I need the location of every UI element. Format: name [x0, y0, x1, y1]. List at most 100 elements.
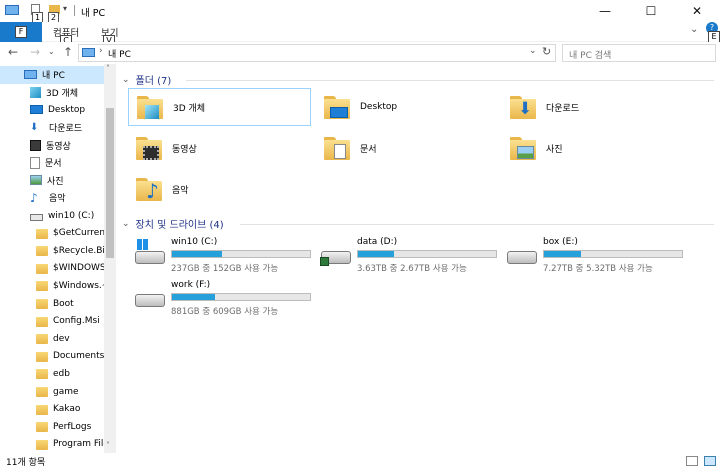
videos-icon	[134, 134, 164, 162]
sidebar-item[interactable]: 동영상	[0, 136, 104, 154]
scroll-down-icon[interactable]: ˅	[106, 441, 110, 450]
folders-group-title: 폴더 (7)	[135, 76, 172, 87]
tiles-view-icon[interactable]	[704, 456, 716, 466]
forward-icon[interactable]: →	[30, 45, 40, 59]
folder-icon	[36, 299, 48, 310]
drive-tile[interactable]: work (F:) 881GB 중 609GB 사용 가능	[132, 280, 317, 320]
folder-icon	[36, 263, 48, 274]
folder-tile-label: 음악	[172, 185, 189, 196]
sidebar-item[interactable]: 사진	[0, 172, 104, 190]
scroll-up-icon[interactable]: ˄	[106, 64, 110, 73]
sidebar-item[interactable]: $Recycle.Bin	[0, 242, 104, 260]
drive-usage-bar	[543, 250, 683, 258]
item-count: 11개 항목	[6, 458, 46, 468]
drive-icon	[135, 294, 165, 308]
address-bar[interactable]: › 내 PC ⌄ ↻	[78, 44, 556, 62]
address-dropdown-icon[interactable]: ⌄	[529, 46, 537, 56]
sidebar-item-label: game	[53, 386, 79, 397]
sidebar-item[interactable]: Documents and Settings	[0, 348, 104, 366]
sidebar-item-label: Kakao	[53, 404, 81, 415]
drive-free-space: 3.63TB 중 2.67TB 사용 가능	[357, 264, 467, 274]
drive-tile[interactable]: data (D:) 3.63TB 중 2.67TB 사용 가능	[318, 237, 503, 277]
sidebar-item-label: win10 (C:)	[48, 210, 95, 221]
drive-tile[interactable]: box (E:) 7.27TB 중 5.32TB 사용 가능	[504, 237, 689, 277]
sidebar-item-label: PerfLogs	[53, 421, 92, 432]
folder-icon	[36, 281, 48, 292]
sidebar-scroll-thumb[interactable]	[106, 108, 114, 258]
drives-group-header[interactable]: ⌄ 장치 및 드라이브 (4)	[122, 216, 224, 232]
videos-icon	[30, 139, 41, 151]
pictures-icon	[30, 175, 42, 186]
maximize-button[interactable]: ☐	[628, 0, 674, 22]
sidebar-scrollbar[interactable]: ˄ ˅	[104, 64, 116, 453]
drives-divider	[240, 224, 714, 225]
folder-tile[interactable]: ♪ 음악	[128, 170, 311, 208]
sidebar-item[interactable]: dev	[0, 330, 104, 348]
folder-tile[interactable]: 문서	[316, 129, 499, 167]
search-input[interactable]: 내 PC 검색	[562, 44, 716, 62]
refresh-icon[interactable]: ↻	[542, 45, 551, 58]
sidebar-item-label: $WINDOWS.~BT	[53, 263, 104, 274]
drive-icon	[30, 213, 43, 221]
folder-tile[interactable]: Desktop	[316, 88, 499, 126]
folder-icon	[36, 439, 48, 450]
sidebar-item[interactable]: ♪ 음악	[0, 189, 104, 207]
sidebar-item-label: Boot	[53, 298, 74, 309]
sidebar-item[interactable]: Desktop	[0, 101, 104, 119]
drives-group-title: 장치 및 드라이브 (4)	[135, 220, 224, 231]
close-button[interactable]: ✕	[674, 0, 720, 22]
sidebar-item-label: edb	[53, 368, 70, 379]
drive-tile[interactable]: win10 (C:) 237GB 중 152GB 사용 가능	[132, 237, 317, 277]
sidebar-item[interactable]: Boot	[0, 295, 104, 313]
folder-tile[interactable]: ⬇ 다운로드	[502, 88, 685, 126]
ribbon-expand-icon[interactable]: ⌄	[690, 24, 698, 35]
folder-tile[interactable]: 사진	[502, 129, 685, 167]
sidebar-item-label: $Windows.~WS	[53, 280, 104, 291]
back-icon[interactable]: ←	[8, 45, 18, 59]
sidebar-item[interactable]: $Windows.~WS	[0, 277, 104, 295]
sidebar-item[interactable]: Kakao	[0, 400, 104, 418]
sidebar-item[interactable]: win10 (C:)	[0, 207, 104, 225]
up-icon[interactable]: ↑	[63, 45, 73, 59]
sidebar-item[interactable]: $GetCurrent	[0, 224, 104, 242]
sidebar-item[interactable]: 문서	[0, 154, 104, 172]
drive-icon	[507, 251, 537, 265]
title-bar: 1 2 ▾ 내 PC — ☐ ✕	[0, 0, 720, 23]
sidebar-item-label: dev	[53, 333, 70, 344]
customize-qa-icon[interactable]: ▾	[63, 4, 67, 13]
folder-tile[interactable]: 3D 개체	[128, 88, 311, 126]
sidebar-item[interactable]: $WINDOWS.~BT	[0, 260, 104, 278]
drive-name: win10 (C:)	[171, 237, 218, 247]
sidebar-item-label: $GetCurrent	[53, 228, 104, 239]
details-view-icon[interactable]	[686, 456, 698, 466]
drive-usage-bar	[357, 250, 497, 258]
sidebar-item[interactable]: 내 PC	[0, 66, 104, 84]
sidebar-item[interactable]: PerfLogs	[0, 418, 104, 436]
breadcrumb-chevron-icon[interactable]: ›	[99, 46, 103, 56]
music-icon: ♪	[30, 190, 38, 205]
3d-objects-icon	[30, 86, 41, 98]
folder-icon	[36, 316, 48, 327]
drive-usage-fill	[544, 251, 582, 257]
folder-tile[interactable]: 동영상	[128, 129, 311, 167]
drive-free-space: 237GB 중 152GB 사용 가능	[171, 264, 279, 274]
sidebar-item[interactable]: ⬇ 다운로드	[0, 119, 104, 137]
folder-tile-label: 3D 개체	[173, 103, 206, 114]
sidebar-item[interactable]: edb	[0, 365, 104, 383]
sidebar-item-label: 3D 개체	[46, 88, 79, 99]
pc-icon	[5, 5, 19, 15]
minimize-button[interactable]: —	[582, 0, 628, 22]
breadcrumb[interactable]: 내 PC	[108, 47, 131, 60]
sidebar-item[interactable]: Config.Msi	[0, 312, 104, 330]
navigation-bar: ← → ⌄ ↑ › 내 PC ⌄ ↻ 내 PC 검색	[0, 42, 720, 64]
folder-icon	[36, 422, 48, 433]
collapse-chevron-icon[interactable]: ⌄	[122, 75, 130, 85]
sidebar-item[interactable]: 3D 개체	[0, 84, 104, 102]
collapse-chevron-icon[interactable]: ⌄	[122, 219, 130, 229]
window-title: 내 PC	[81, 8, 106, 19]
sidebar-item[interactable]: game	[0, 383, 104, 401]
sidebar-item[interactable]: Program Files	[0, 436, 104, 453]
folders-group-header[interactable]: ⌄ 폴더 (7)	[122, 72, 172, 88]
recent-dropdown-icon[interactable]: ⌄	[48, 47, 55, 56]
file-tab[interactable]: F	[0, 22, 42, 42]
